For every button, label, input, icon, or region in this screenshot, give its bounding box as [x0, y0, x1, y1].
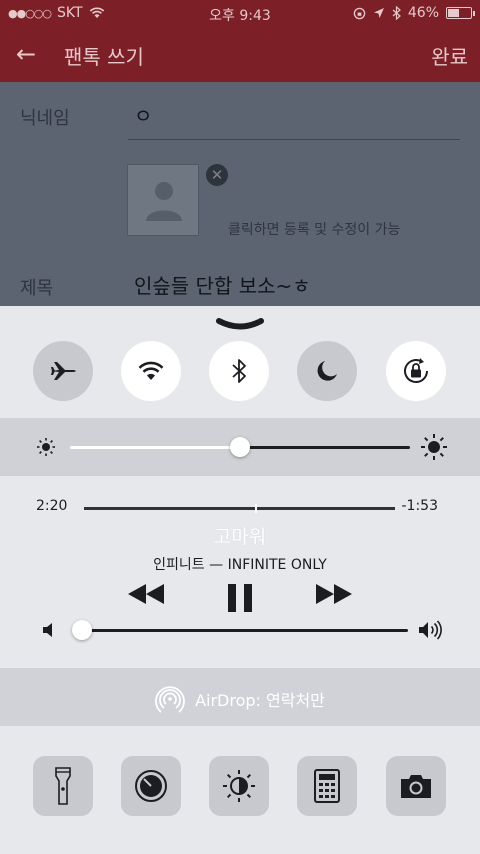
subject-input[interactable]: 인슾들 단합 보소~ㅎ	[134, 270, 311, 299]
elapsed-time: 2:20	[36, 498, 68, 514]
airdrop-button[interactable]: AirDrop: 연락처만	[0, 668, 480, 726]
battery-icon	[446, 7, 475, 19]
battery-percent: 46%	[407, 5, 439, 21]
timer-button[interactable]	[121, 756, 181, 816]
pause-icon	[228, 584, 252, 612]
rewind-icon	[128, 584, 164, 604]
fast-forward-icon	[316, 584, 352, 604]
remove-photo-icon[interactable]: ✕	[206, 164, 228, 186]
airdrop-label: AirDrop: 연락처만	[195, 691, 325, 710]
brightness-low-icon	[37, 438, 55, 456]
control-center: 2:20 -1:53 고마워 인피니트 — INFINITE ONLY AirD…	[0, 306, 480, 854]
nickname-underline	[128, 139, 460, 140]
rewind-button[interactable]	[126, 582, 166, 606]
moon-icon	[317, 361, 337, 381]
subject-label: 제목	[20, 278, 54, 299]
scrubber-head[interactable]	[255, 504, 258, 513]
do-not-disturb-toggle[interactable]	[297, 341, 357, 401]
dismiss-handle-icon[interactable]	[216, 318, 264, 332]
toggle-row	[0, 341, 480, 411]
status-time: 오후 9:43	[209, 8, 271, 24]
camera-button[interactable]	[386, 756, 446, 816]
transport-controls	[0, 582, 480, 622]
rotation-lock-toggle[interactable]	[386, 341, 446, 401]
flashlight-button[interactable]	[33, 756, 93, 816]
brightness-slider-knob[interactable]	[230, 437, 250, 457]
wifi-icon	[138, 361, 164, 380]
timer-icon	[135, 770, 167, 802]
page-title: 팬톡 쓰기	[64, 45, 144, 69]
remaining-time: -1:53	[401, 498, 439, 514]
photo-hint: 클릭하면 등록 및 수정이 가능	[228, 222, 401, 238]
nickname-label: 닉네임	[20, 108, 70, 129]
back-arrow-icon[interactable]: ←	[16, 40, 36, 68]
status-bar: ●●○○○ SKT 오후 9:43 46%	[0, 0, 480, 28]
photo-upload[interactable]	[127, 164, 199, 236]
airplane-mode-toggle[interactable]	[33, 341, 93, 401]
post-form: 닉네임 ㅇ ✕ 클릭하면 등록 및 수정이 가능 제목 인슾들 단합 보소~ㅎ	[0, 82, 480, 306]
rotation-lock-status-icon	[353, 7, 366, 19]
flashlight-icon	[55, 767, 71, 805]
volume-track[interactable]	[82, 629, 408, 632]
nickname-input[interactable]: ㅇ	[134, 100, 152, 129]
brightness-track[interactable]	[240, 446, 410, 449]
music-controls: 2:20 -1:53 고마워 인피니트 — INFINITE ONLY	[0, 482, 480, 668]
airdrop-icon	[155, 686, 185, 713]
airplane-icon	[51, 362, 76, 380]
location-icon	[373, 8, 384, 18]
fast-forward-button[interactable]	[314, 582, 354, 606]
playback-scrubber[interactable]	[84, 504, 395, 513]
artist-album: 인피니트 — INFINITE ONLY	[153, 557, 327, 573]
avatar-placeholder-icon	[146, 182, 182, 221]
night-shift-button[interactable]	[209, 756, 269, 816]
rotation-lock-icon	[404, 358, 428, 383]
volume-low-icon	[43, 623, 52, 637]
song-title: 고마워	[213, 526, 267, 548]
bluetooth-toggle[interactable]	[209, 341, 269, 401]
pause-button[interactable]	[226, 582, 254, 614]
quick-actions-row	[0, 756, 480, 826]
bluetooth-icon	[232, 359, 246, 383]
calculator-button[interactable]	[297, 756, 357, 816]
volume-slider-knob[interactable]	[72, 620, 92, 640]
night-shift-icon	[223, 770, 255, 802]
volume-high-icon	[419, 620, 442, 640]
brightness-high-icon	[421, 434, 447, 460]
camera-icon	[401, 775, 431, 798]
app-bar: ← 팬톡 쓰기 완료	[0, 28, 480, 82]
bluetooth-status-icon	[392, 6, 401, 20]
brightness-track-filled	[70, 446, 240, 449]
done-button[interactable]: 완료	[431, 41, 468, 70]
wifi-toggle[interactable]	[121, 341, 181, 401]
brightness-row	[0, 418, 480, 476]
calculator-icon	[314, 769, 340, 803]
